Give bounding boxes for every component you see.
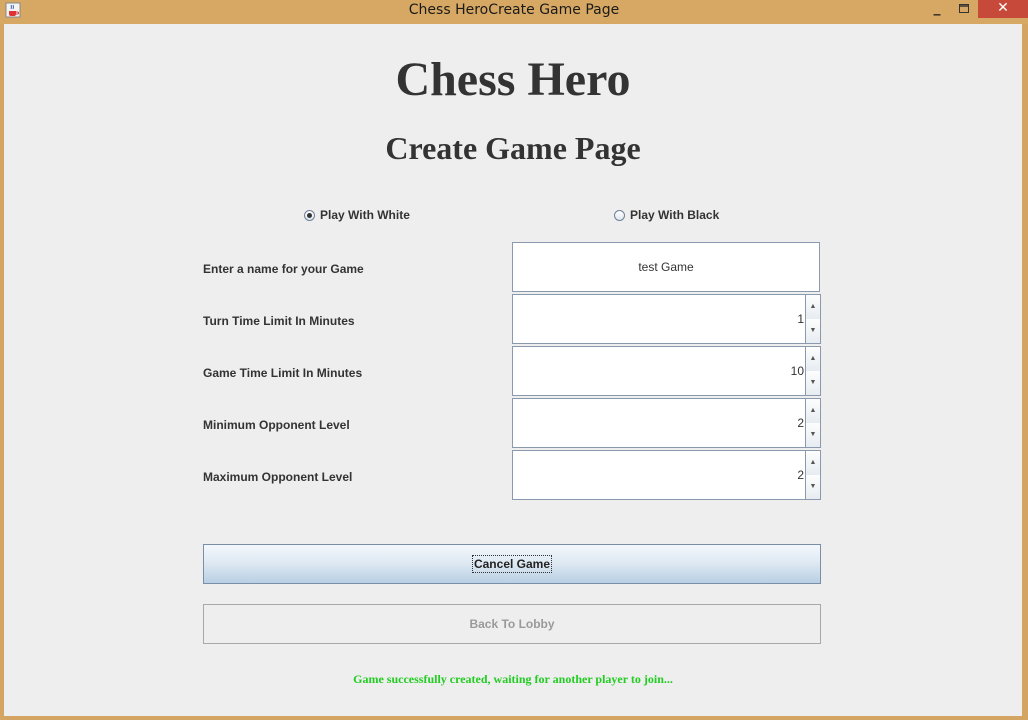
- game-time-value: 10: [790, 364, 804, 378]
- app-title: Chess Hero: [395, 53, 631, 106]
- max-level-spinner[interactable]: 2 ▲ ▼: [512, 450, 821, 500]
- max-level-value: 2: [797, 468, 804, 482]
- app-window: Chess HeroCreate Game Page _ ✕ Chess Her…: [0, 0, 1028, 720]
- close-icon: ✕: [997, 0, 1009, 16]
- play-white-label: Play With White: [320, 208, 410, 222]
- maximize-button[interactable]: [953, 0, 975, 18]
- max-level-spin-buttons: ▲ ▼: [805, 450, 821, 500]
- close-button[interactable]: ✕: [978, 0, 1028, 18]
- game-name-value: test Game: [638, 260, 694, 274]
- game-name-label: Enter a name for your Game: [203, 262, 364, 276]
- back-to-lobby-label: Back To Lobby: [469, 617, 555, 631]
- play-white-radio[interactable]: Play With White: [304, 208, 410, 222]
- turn-time-value: 1: [797, 312, 804, 326]
- cancel-game-label: Cancel Game: [471, 555, 553, 573]
- spin-down-icon[interactable]: ▼: [806, 475, 820, 499]
- spin-down-icon[interactable]: ▼: [806, 319, 820, 343]
- status-message: Game successfully created, waiting for a…: [353, 672, 673, 686]
- spin-up-icon[interactable]: ▲: [806, 451, 820, 476]
- min-level-spin-buttons: ▲ ▼: [805, 398, 821, 448]
- spin-up-icon[interactable]: ▲: [806, 347, 820, 372]
- spin-up-icon[interactable]: ▲: [806, 399, 820, 424]
- turn-time-label: Turn Time Limit In Minutes: [203, 314, 355, 328]
- main-panel: Chess Hero Create Game Page Play With Wh…: [4, 24, 1022, 716]
- max-level-label: Maximum Opponent Level: [203, 470, 353, 484]
- game-name-input[interactable]: test Game: [512, 242, 820, 292]
- back-to-lobby-button[interactable]: Back To Lobby: [203, 604, 821, 644]
- game-time-label: Game Time Limit In Minutes: [203, 366, 363, 380]
- spin-down-icon[interactable]: ▼: [806, 423, 820, 447]
- play-black-label: Play With Black: [630, 208, 720, 222]
- turn-time-spin-buttons: ▲ ▼: [805, 294, 821, 344]
- play-black-radio[interactable]: Play With Black: [614, 208, 719, 222]
- min-level-label: Minimum Opponent Level: [203, 418, 350, 432]
- minimize-button[interactable]: _: [925, 0, 949, 18]
- turn-time-spinner[interactable]: 1 ▲ ▼: [512, 294, 821, 344]
- spin-up-icon[interactable]: ▲: [806, 295, 820, 320]
- min-level-value: 2: [797, 416, 804, 430]
- page-title: Create Game Page: [385, 130, 641, 166]
- game-time-spin-buttons: ▲ ▼: [805, 346, 821, 396]
- minimize-icon: _: [933, 0, 941, 16]
- window-title: Chess HeroCreate Game Page: [408, 2, 620, 18]
- game-time-spinner[interactable]: 10 ▲ ▼: [512, 346, 821, 396]
- radio-selected-icon[interactable]: [304, 209, 315, 221]
- maximize-icon: [959, 4, 969, 13]
- radio-unselected-icon[interactable]: [614, 209, 625, 221]
- min-level-spinner[interactable]: 2 ▲ ▼: [512, 398, 821, 448]
- cancel-game-button[interactable]: Cancel Game: [203, 544, 821, 584]
- title-bar[interactable]: Chess HeroCreate Game Page _ ✕: [0, 0, 1028, 24]
- spin-down-icon[interactable]: ▼: [806, 371, 820, 395]
